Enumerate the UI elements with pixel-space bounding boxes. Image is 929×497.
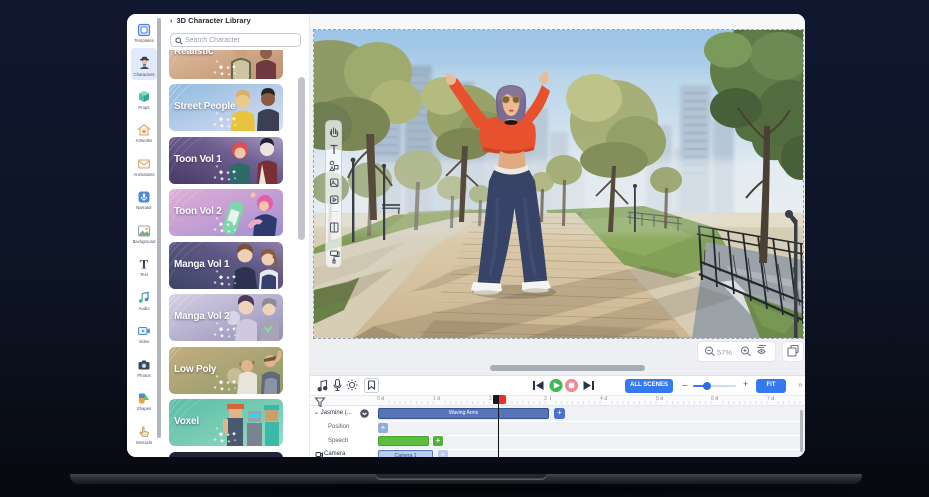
svg-text:4 s: 4 s: [600, 396, 607, 402]
svg-text:5 s: 5 s: [656, 396, 663, 402]
svg-text:2: 2: [489, 396, 492, 402]
svg-text:7 s: 7 s: [767, 396, 774, 402]
svg-text:6 s: 6 s: [711, 396, 718, 402]
svg-text:T: T: [140, 257, 149, 271]
svg-text:0 s: 0 s: [377, 396, 384, 402]
svg-text:3: 3: [544, 396, 547, 402]
svg-text:1 s: 1 s: [433, 396, 440, 402]
